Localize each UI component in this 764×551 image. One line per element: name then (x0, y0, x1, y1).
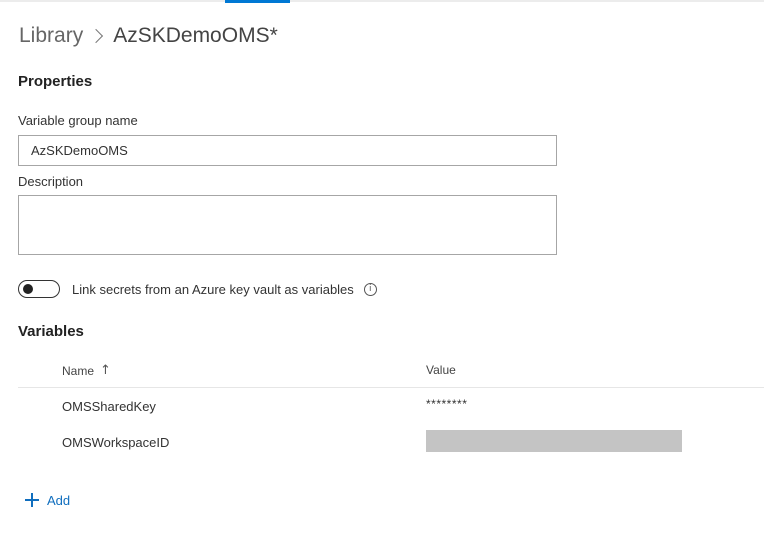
toggle-knob (23, 284, 33, 294)
table-row[interactable]: OMSWorkspaceID (18, 425, 764, 461)
variables-heading: Variables (18, 323, 84, 340)
breadcrumb-library-link[interactable]: Library (19, 24, 83, 48)
breadcrumb: Library AzSKDemoOMS* (19, 22, 278, 50)
active-tab-indicator (225, 0, 290, 3)
value-column-header: Value (426, 363, 456, 377)
name-column-header[interactable]: Name ↑ (62, 363, 111, 378)
variable-name-cell[interactable]: OMSSharedKey (62, 399, 156, 414)
plus-icon (25, 493, 39, 507)
table-row[interactable]: OMSSharedKey ******** (18, 389, 764, 425)
info-icon[interactable]: i (363, 282, 377, 296)
chevron-right-icon (89, 28, 104, 44)
group-name-label: Variable group name (18, 113, 138, 128)
properties-heading: Properties (18, 73, 93, 90)
description-label: Description (18, 174, 84, 189)
group-name-input[interactable] (18, 135, 557, 166)
key-vault-toggle-row: Link secrets from an Azure key vault as … (18, 279, 377, 299)
variables-table-header: Name ↑ Value (18, 355, 764, 388)
name-column-label: Name (62, 363, 95, 378)
top-border (0, 0, 764, 2)
key-vault-toggle-label: Link secrets from an Azure key vault as … (72, 281, 354, 297)
arrow-up-icon: ↑ (100, 363, 111, 378)
variable-name-cell[interactable]: OMSWorkspaceID (62, 435, 169, 450)
variable-value-cell[interactable]: ******** (426, 397, 467, 411)
breadcrumb-current: AzSKDemoOMS* (113, 24, 278, 47)
add-variable-label: Add (47, 492, 71, 508)
key-vault-toggle[interactable] (18, 280, 60, 298)
redacted-value-cell (426, 430, 682, 452)
description-textarea[interactable] (18, 195, 557, 255)
add-variable-button[interactable]: Add (25, 489, 70, 511)
